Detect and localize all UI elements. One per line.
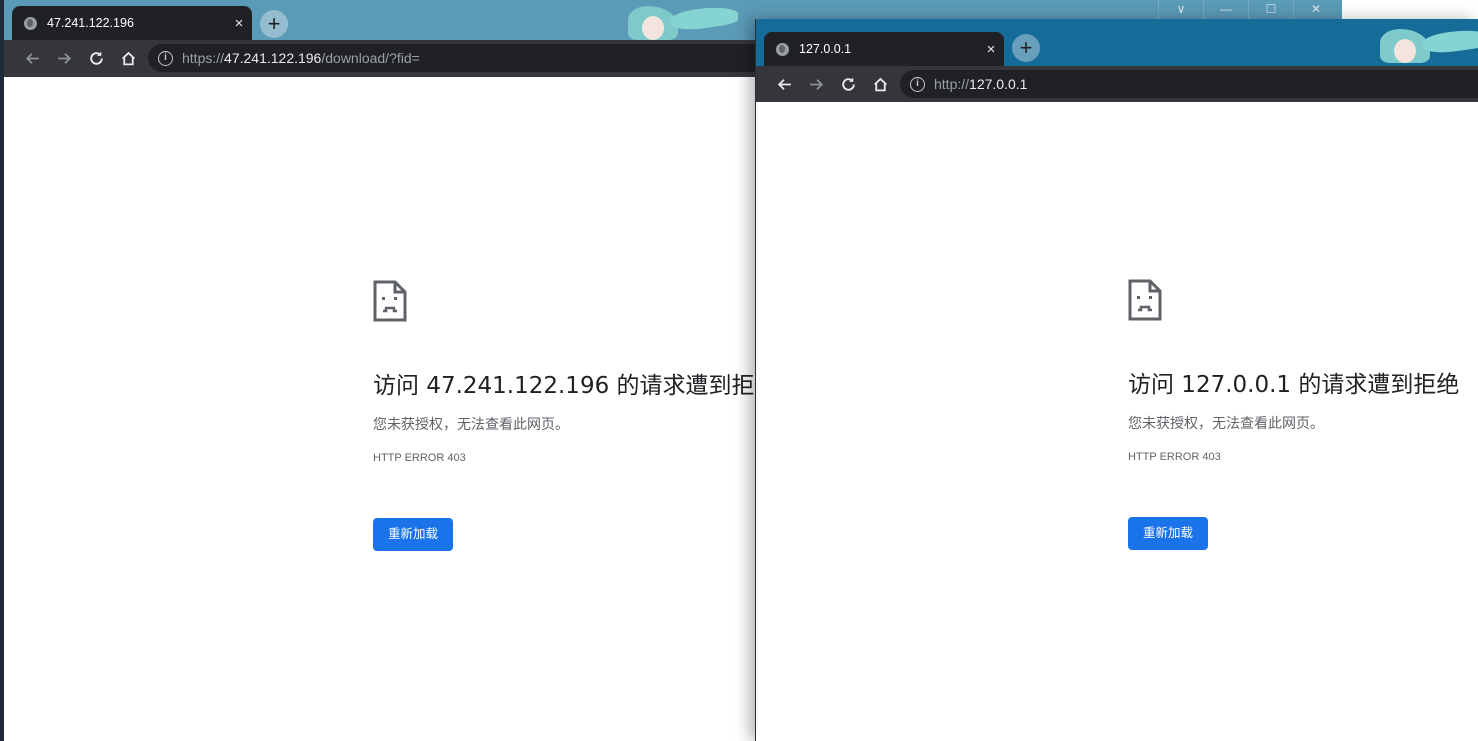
home-icon — [121, 51, 135, 66]
reload-icon — [841, 77, 855, 91]
info-icon[interactable]: i — [158, 50, 173, 66]
new-tab-button[interactable]: + — [1012, 34, 1040, 62]
home-icon — [873, 77, 887, 91]
error-code: HTTP ERROR 403 — [1128, 451, 1221, 463]
tab-title: 127.0.0.1 — [799, 42, 852, 56]
arrow-left-icon — [777, 78, 791, 90]
page-content: 访问 127.0.0.1 的请求遭到拒绝 您未获授权，无法查看此网页。 HTTP… — [756, 102, 1478, 741]
arrow-left-icon — [25, 53, 39, 64]
tab-active[interactable]: 47.241.122.196 × — [12, 6, 252, 40]
error-panel: 访问 127.0.0.1 的请求遭到拒绝 您未获授权，无法查看此网页。 HTTP… — [1128, 279, 1459, 550]
toolbar: i http://127.0.0.1 — [756, 66, 1478, 102]
arrow-right-icon — [809, 78, 823, 90]
error-panel: 访问 47.241.122.196 的请求遭到拒绝 您未获授权，无法查看此网页。… — [373, 280, 778, 551]
minimize-button[interactable]: — — [1203, 0, 1248, 20]
forward-button[interactable] — [800, 69, 832, 99]
home-button[interactable] — [864, 69, 896, 99]
maximize-button[interactable]: ☐ — [1248, 0, 1293, 20]
home-button[interactable] — [112, 44, 144, 74]
info-icon[interactable]: i — [910, 76, 925, 92]
new-tab-button[interactable]: + — [260, 10, 288, 38]
tab-active[interactable]: 127.0.0.1 × — [764, 32, 1004, 66]
tab-title: 47.241.122.196 — [47, 16, 134, 30]
error-code: HTTP ERROR 403 — [373, 452, 466, 464]
theme-artwork — [1380, 25, 1478, 63]
address-bar[interactable]: i http://127.0.0.1 — [900, 70, 1478, 98]
reload-page-button[interactable]: 重新加载 — [373, 518, 454, 551]
error-title: 访问 127.0.0.1 的请求遭到拒绝 — [1128, 372, 1460, 398]
back-button[interactable] — [768, 69, 800, 99]
tab-search-button[interactable]: ∨ — [1158, 0, 1203, 20]
theme-artwork — [628, 2, 738, 40]
tab-close-button[interactable]: × — [978, 41, 1004, 58]
reload-button[interactable] — [832, 69, 864, 99]
sad-page-icon — [1128, 279, 1162, 321]
tab-strip: 127.0.0.1 × + — [756, 19, 1478, 66]
error-title: 访问 47.241.122.196 的请求遭到拒绝 — [373, 373, 778, 399]
window-controls: ∨ — ☐ ✕ — [1158, 0, 1338, 20]
reload-icon — [89, 51, 103, 65]
error-subtitle: 您未获授权，无法查看此网页。 — [1128, 415, 1324, 431]
address-url: http://127.0.0.1 — [934, 76, 1028, 92]
browser-window-front: 127.0.0.1 × + i http://127.0.0.1 访问 127.… — [755, 19, 1478, 741]
reload-page-button[interactable]: 重新加载 — [1128, 517, 1209, 550]
reload-button[interactable] — [80, 44, 112, 74]
back-button[interactable] — [16, 44, 48, 74]
close-window-button[interactable]: ✕ — [1293, 0, 1338, 20]
forward-button[interactable] — [48, 44, 80, 74]
arrow-right-icon — [57, 53, 71, 64]
tab-close-button[interactable]: × — [226, 15, 252, 32]
error-subtitle: 您未获授权，无法查看此网页。 — [373, 416, 569, 432]
address-url: https://47.241.122.196/download/?fid= — [182, 50, 420, 66]
sad-page-icon — [373, 280, 407, 322]
globe-icon — [776, 42, 789, 56]
globe-icon — [24, 16, 37, 30]
